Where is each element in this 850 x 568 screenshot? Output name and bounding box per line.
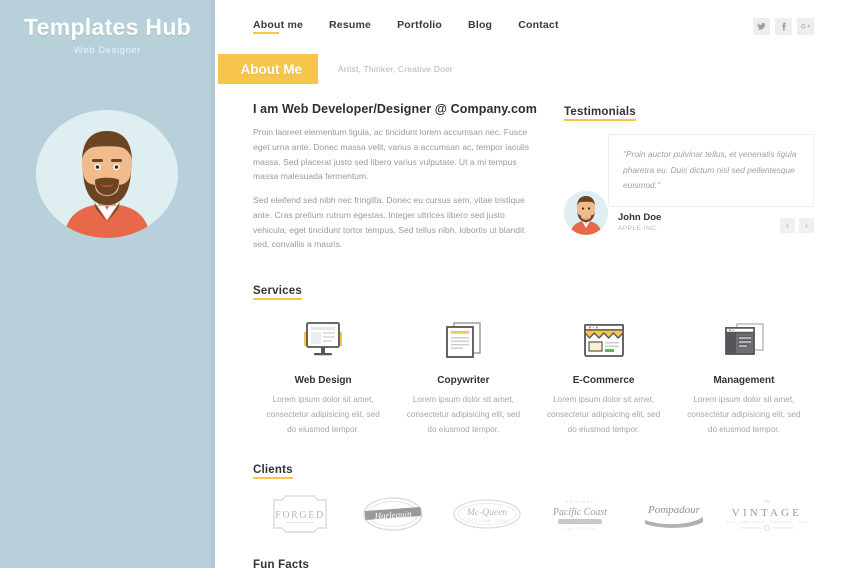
google-plus-icon: G xyxy=(801,24,810,30)
svg-text:CLASSIC . HERITAGE . COMPANY .: CLASSIC . HERITAGE . COMPANY . QUALITY xyxy=(727,520,807,524)
testimonial-author-name: John Doe xyxy=(618,211,662,223)
sidebar: Templates Hub Web Designer xyxy=(0,0,215,568)
social-links: G xyxy=(753,17,814,35)
services-section: Services Web Design Lorem ipsum dolor si… xyxy=(253,281,814,437)
facebook-icon xyxy=(782,22,786,31)
testimonial-author: John Doe APPLE INC. xyxy=(618,212,661,235)
testimonial-author-company: APPLE INC. xyxy=(618,224,659,232)
service-card-management[interactable]: Management Lorem ipsum dolor sit amet, c… xyxy=(674,316,814,437)
service-desc: Lorem ipsum dolor sit amet, consectetur … xyxy=(406,395,521,434)
google-plus-button[interactable]: G xyxy=(797,17,814,35)
twitter-button[interactable] xyxy=(753,17,770,35)
clients-section: Clients FORGED Harlequin Mc-Queen EST 19… xyxy=(253,460,814,537)
windows-icon xyxy=(682,316,806,366)
service-card-e-commerce[interactable]: E-Commerce Lorem ipsum dolor sit amet, c… xyxy=(534,316,674,437)
page-root: Templates Hub Web Designer About me Resu… xyxy=(0,0,850,568)
nav-item-resume[interactable]: Resume xyxy=(329,19,371,34)
svg-text:ORIGINAL: ORIGINAL xyxy=(566,500,595,504)
client-logo-vintage[interactable]: The VINTAGE CLASSIC . HERITAGE . COMPANY… xyxy=(721,491,815,537)
service-desc: Lorem ipsum dolor sit amet, consectetur … xyxy=(546,395,661,434)
nav-item-blog[interactable]: Blog xyxy=(468,19,492,34)
bearded-man-avatar-icon xyxy=(564,190,608,235)
testimonial-nav: ‹ › xyxy=(780,217,814,235)
svg-text:EST 1968 . USA: EST 1968 . USA xyxy=(467,519,506,523)
nav-item-contact[interactable]: Contact xyxy=(518,19,558,34)
clients-grid: FORGED Harlequin Mc-Queen EST 1968 . USA… xyxy=(253,491,814,537)
testimonial-avatar xyxy=(564,190,608,235)
client-logo-pompadour[interactable]: Pompadour xyxy=(627,491,721,537)
service-name: Web Design xyxy=(294,375,352,387)
clients-title: Clients xyxy=(253,464,293,479)
testimonial-footer: John Doe APPLE INC. ‹ › xyxy=(564,190,814,235)
service-name: Copywriter xyxy=(437,375,490,387)
about-column: I am Web Developer/Designer @ Company.co… xyxy=(253,102,538,261)
testimonials-title: Testimonials xyxy=(564,106,636,121)
content-area: I am Web Developer/Designer @ Company.co… xyxy=(215,84,850,568)
service-card-web-design[interactable]: Web Design Lorem ipsum dolor sit amet, c… xyxy=(253,316,393,437)
topbar: About me Resume Portfolio Blog Contact G xyxy=(215,0,850,52)
brand-title: Templates Hub xyxy=(23,14,192,40)
svg-text:CALIFORNIA: CALIFORNIA xyxy=(565,527,596,531)
page-header: About Me Artist, Thinker, Creative Doer xyxy=(215,54,850,84)
client-logo-text: Pacific Coast xyxy=(552,507,607,518)
services-grid: Web Design Lorem ipsum dolor sit amet, c… xyxy=(253,316,814,437)
svg-text:G: G xyxy=(801,24,806,30)
nav-item-portfolio[interactable]: Portfolio xyxy=(397,19,442,34)
fun-facts-title: Fun Facts xyxy=(253,559,309,568)
client-logo-mcqueen[interactable]: Mc-Queen EST 1968 . USA xyxy=(440,491,534,537)
bearded-man-avatar-icon xyxy=(64,131,150,238)
about-testimonials-row: I am Web Developer/Designer @ Company.co… xyxy=(253,102,814,261)
client-logo-text: Mc-Queen xyxy=(466,508,507,518)
service-desc: Lorem ipsum dolor sit amet, consectetur … xyxy=(266,395,380,434)
monitor-icon xyxy=(261,316,385,366)
services-title: Services xyxy=(253,285,302,301)
testimonials-column: Testimonials "Proin auctor pulvinar tell… xyxy=(564,102,814,261)
main-content: About me Resume Portfolio Blog Contact G… xyxy=(215,0,850,568)
about-paragraph-2: Sed eleifend sed nibh nec fringilla. Don… xyxy=(253,195,525,250)
about-heading: I am Web Developer/Designer @ Company.co… xyxy=(253,102,537,116)
client-logo-text: Pompadour xyxy=(647,504,701,516)
client-logo-text: FORGED xyxy=(275,510,325,521)
page-title-badge: About Me xyxy=(218,54,318,84)
service-name: Management xyxy=(713,375,775,387)
client-logo-text: Harlequin xyxy=(374,508,413,521)
avatar xyxy=(36,110,178,238)
twitter-icon xyxy=(757,22,766,30)
testimonial-prev-button[interactable]: ‹ xyxy=(780,217,795,233)
client-logo-pacific-coast[interactable]: ORIGINAL Pacific Coast CALIFORNIA xyxy=(534,491,628,537)
testimonial-next-button[interactable]: › xyxy=(799,217,814,233)
service-name: E-Commerce xyxy=(572,375,635,387)
client-logo-script-badge[interactable]: Harlequin xyxy=(347,491,441,537)
service-desc: Lorem ipsum dolor sit amet, consectetur … xyxy=(687,395,801,434)
page-tagline: Artist, Thinker, Creative Doer xyxy=(338,64,453,74)
svg-text:The: The xyxy=(764,499,770,504)
brand-subtitle: Web Designer xyxy=(73,45,142,56)
facebook-button[interactable] xyxy=(775,17,792,35)
fun-facts-section: Fun Facts Happy Clients 1,234 xyxy=(253,555,814,568)
primary-nav: About me Resume Portfolio Blog Contact xyxy=(253,19,559,34)
brand[interactable]: Templates Hub Web Designer xyxy=(0,0,215,56)
document-icon xyxy=(401,316,525,366)
storefront-icon xyxy=(542,316,666,366)
client-logo-forged[interactable]: FORGED xyxy=(253,491,347,537)
client-logo-text: VINTAGE xyxy=(732,507,802,519)
nav-item-about-me[interactable]: About me xyxy=(253,19,303,34)
testimonial-quote: "Proin auctor pulvinar tellus, et venena… xyxy=(623,149,797,191)
about-paragraph-1: Proin laoreet elementum ligula, ac tinci… xyxy=(253,127,530,182)
service-card-copywriter[interactable]: Copywriter Lorem ipsum dolor sit amet, c… xyxy=(393,316,533,437)
